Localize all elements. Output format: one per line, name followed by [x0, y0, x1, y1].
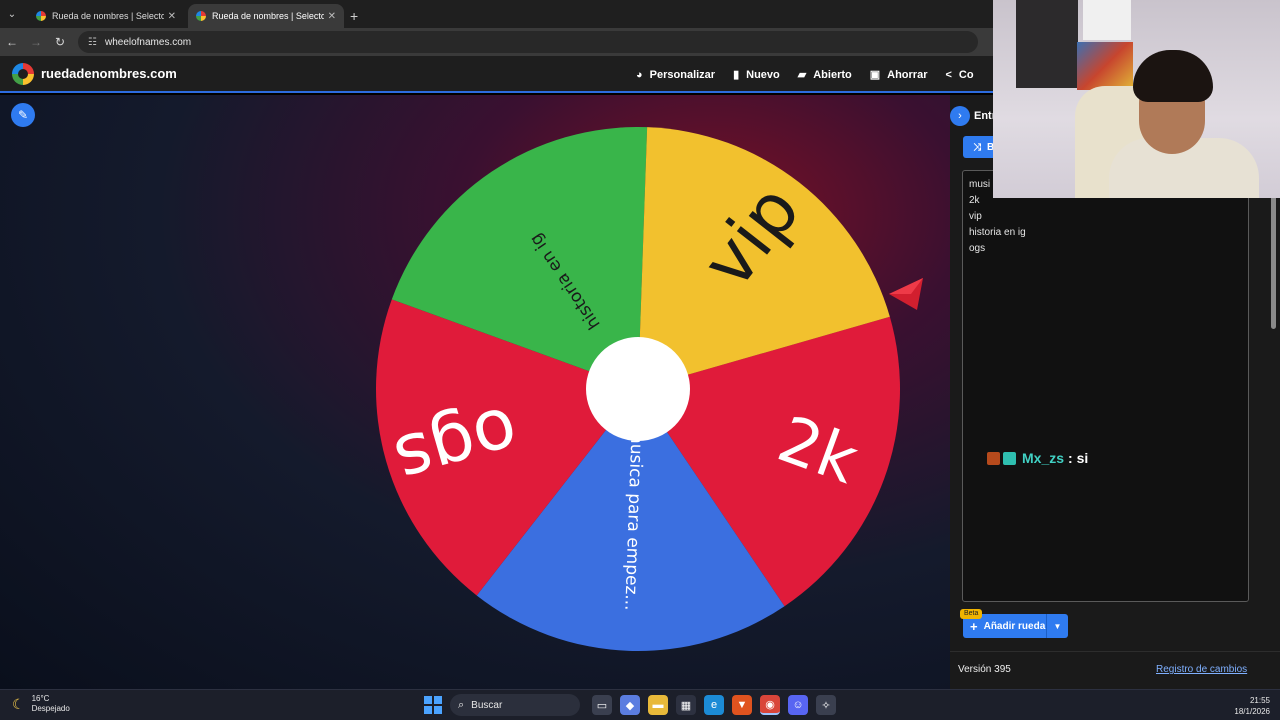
logo-icon[interactable] — [12, 62, 34, 85]
wheel-favicon-icon — [196, 11, 206, 21]
browser-tab[interactable]: Rueda de nombres | Selector de ✕ — [28, 4, 184, 28]
person-hair — [1133, 50, 1213, 102]
add-wheel-label: Añadir rueda — [983, 620, 1046, 632]
wheel-svg[interactable]: 2kmusica para empez...ogshistoria en ig v… — [374, 125, 902, 653]
scrollbar[interactable] — [1271, 195, 1276, 329]
wall-poster — [1077, 42, 1133, 90]
edit-pencil-icon[interactable]: ✎ — [11, 103, 35, 127]
version-text: Versión 395 — [958, 664, 1011, 675]
customize-button[interactable]: ◕ Personalizar — [636, 69, 715, 81]
chat-message: : si — [1068, 450, 1089, 466]
palette-icon: ◕ — [636, 68, 643, 81]
windows-start-icon[interactable] — [424, 696, 442, 714]
share-label: Co — [958, 68, 974, 81]
plus-icon: + — [970, 618, 978, 634]
tab-title: Rueda de nombres | Selector de — [212, 11, 324, 21]
entry-line: ogs — [969, 243, 986, 254]
new-button[interactable]: ▮ Nuevo — [733, 68, 780, 82]
moon-icon: ☾ — [12, 695, 25, 712]
share-button[interactable]: < Co — [945, 69, 973, 81]
chrome-icon[interactable]: ◉ — [760, 695, 780, 715]
weather-temp: 16°C — [31, 694, 50, 703]
entry-line: historia en ig — [969, 227, 1026, 238]
file-icon: ▮ — [733, 69, 740, 81]
header-menu: ◕ Personalizar ▮ Nuevo ▰ Abierto ▣ Ahorr… — [636, 56, 992, 93]
wall-poster — [1016, 0, 1078, 88]
chat-badge-icon — [987, 451, 1000, 465]
wheel-favicon-icon — [36, 11, 46, 21]
close-icon[interactable]: ✕ — [168, 11, 176, 22]
taskbar-search[interactable]: ⌕ Buscar — [450, 694, 580, 716]
weather-widget[interactable]: ☾ 16°C Despejado — [12, 694, 70, 714]
taskbar-search-label: Buscar — [471, 699, 503, 711]
entries-textarea[interactable]: musi 2k vip historia en ig ogs — [962, 170, 1249, 602]
clock-time: 21:55 — [1249, 696, 1270, 705]
wheel-center-hub[interactable] — [586, 337, 690, 441]
browser-tab-active[interactable]: Rueda de nombres | Selector de ✕ — [188, 4, 344, 28]
forward-icon[interactable]: → — [24, 35, 48, 49]
taskbar-clock[interactable]: 21:55 18/1/2026 — [1224, 695, 1270, 717]
brave-icon[interactable]: ▼ — [732, 695, 752, 715]
wheel-stage: ✎ 2k musica para empez... ogs historia en i… — [0, 95, 950, 689]
taskbar-apps: ⌕ Buscar ▭ ◆ ▬ ▦ e ▼ ◉ ☺ ✧ — [424, 694, 840, 716]
save-button[interactable]: ▣ Ahorrar — [869, 68, 928, 82]
clock-date: 18/1/2026 — [1234, 707, 1270, 716]
share-icon: < — [945, 68, 952, 81]
windows-taskbar: ☾ 16°C Despejado ⌕ Buscar ▭ ◆ ▬ ▦ e ▼ ◉ … — [0, 689, 1280, 720]
back-icon[interactable]: ← — [0, 35, 24, 49]
file-explorer-icon[interactable]: ▬ — [648, 695, 668, 715]
task-view-icon[interactable]: ▭ — [592, 695, 612, 715]
new-tab-icon[interactable]: + — [350, 4, 358, 28]
wheel-pointer-icon — [889, 278, 923, 310]
chevron-right-icon[interactable]: › — [950, 106, 970, 126]
chat-badge-icon — [1003, 451, 1016, 465]
address-bar[interactable]: ☷ wheelofnames.com — [78, 31, 978, 53]
app-icon[interactable]: ✧ — [816, 695, 836, 715]
chat-username: Mx_zs — [1022, 450, 1065, 466]
wheel[interactable]: 2k musica para empez... ogs historia en ig v… — [374, 125, 902, 653]
close-icon[interactable]: ✕ — [328, 11, 336, 22]
reload-icon[interactable]: ↻ — [48, 35, 72, 49]
save-label: Ahorrar — [887, 68, 928, 81]
site-info-icon[interactable]: ☷ — [88, 37, 97, 48]
edge-icon[interactable]: e — [704, 695, 724, 715]
tab-search-icon[interactable]: ⌄ — [0, 0, 24, 28]
panel-footer: Versión 395 Registro de cambios — [950, 651, 1280, 689]
store-icon[interactable]: ▦ — [676, 695, 696, 715]
entry-line: vip — [969, 211, 982, 222]
copilot-icon[interactable]: ◆ — [620, 695, 640, 715]
brand-name[interactable]: ruedadenombres.com — [41, 66, 177, 81]
open-button[interactable]: ▰ Abierto — [797, 68, 852, 82]
folder-icon: ▰ — [797, 69, 807, 81]
chevron-down-icon[interactable]: ▼ — [1046, 614, 1068, 638]
open-label: Abierto — [813, 68, 852, 81]
beta-badge: Beta — [960, 609, 983, 619]
customize-label: Personalizar — [649, 68, 716, 81]
new-label: Nuevo — [746, 68, 780, 81]
weather-condition: Despejado — [31, 704, 70, 713]
save-icon: ▣ — [869, 69, 881, 81]
url-text: wheelofnames.com — [104, 36, 192, 48]
add-wheel-main[interactable]: + Añadir rueda — [963, 619, 1046, 634]
discord-icon[interactable]: ☺ — [788, 695, 808, 715]
search-icon: ⌕ — [458, 698, 465, 711]
chat-overlay: Mx_zs : si — [987, 450, 1088, 466]
shuffle-icon: ⤨ — [973, 141, 981, 153]
changelog-link[interactable]: Registro de cambios — [1156, 664, 1247, 675]
tab-title: Rueda de nombres | Selector de — [52, 11, 164, 21]
wall-poster — [1083, 0, 1131, 40]
webcam-overlay — [993, 0, 1280, 198]
